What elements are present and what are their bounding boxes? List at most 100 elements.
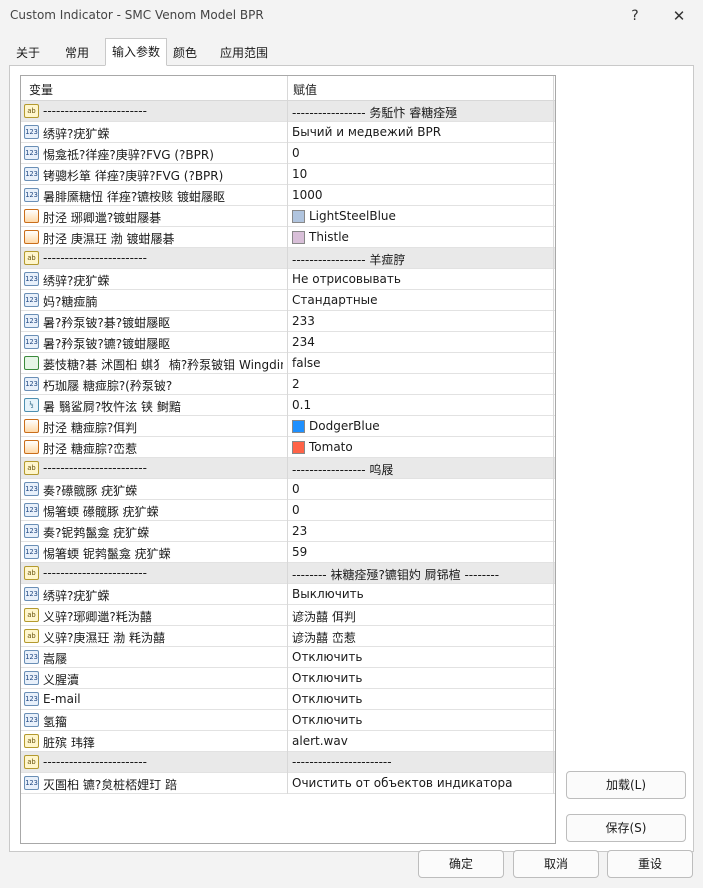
close-button[interactable]: ✕: [664, 4, 694, 28]
parameter-value[interactable]: Tomato: [292, 440, 550, 454]
parameter-row[interactable]: 123 嵩屦 Отключить: [21, 647, 555, 668]
parameter-row[interactable]: 肘泾 糖痖腙?峦惹 Tomato: [21, 437, 555, 458]
bool-type-icon: [24, 356, 39, 370]
parameter-value[interactable]: Отключить: [292, 713, 550, 727]
parameter-value[interactable]: 233: [292, 314, 550, 328]
parameter-value[interactable]: ----------------- 羊痖脝: [292, 251, 550, 268]
parameter-row[interactable]: 123 妈?糖痖腩 Стандартные: [21, 290, 555, 311]
parameter-value[interactable]: 10: [292, 167, 550, 181]
parameter-value[interactable]: 1000: [292, 188, 550, 202]
separator-row[interactable]: ab ------------------------ --------------…: [21, 101, 555, 122]
cell-divider: [287, 143, 288, 164]
cell-divider: [287, 437, 288, 458]
tab-about[interactable]: 关于: [9, 40, 47, 65]
parameter-row[interactable]: 123 暑腓黡糖忸 徉痤?镳桉赅 镀蚶屦眍 1000: [21, 185, 555, 206]
parameter-row[interactable]: 123 奏?礤髋豚 疣犷蝾 0: [21, 479, 555, 500]
parameter-row[interactable]: 肘泾 庚濕玨 渤 镀蚶屦碁 Thistle: [21, 227, 555, 248]
parameter-value[interactable]: 23: [292, 524, 550, 538]
cancel-button[interactable]: 取消: [513, 850, 599, 878]
parameter-row[interactable]: 蒌忮糖?碁 沭圄桕 蜞犭 楠?矜泵铍钼 Wingdings false: [21, 353, 555, 374]
parameter-name: 绣骍?疣犷蝾: [43, 274, 110, 288]
parameter-name: ------------------------: [43, 251, 147, 265]
parameter-value[interactable]: Отключить: [292, 692, 550, 706]
parameter-value[interactable]: ----------------- 务駈忭 睿糖痊殛: [292, 104, 550, 121]
parameter-value[interactable]: Стандартные: [292, 293, 550, 307]
parameter-value[interactable]: Очистить от объектов индикатора: [292, 776, 550, 790]
parameter-row[interactable]: 123 绣骍?疣犷蝾 Бычий и медвежий BPR: [21, 122, 555, 143]
string-type-icon: ab: [24, 755, 39, 769]
resize-grip-icon[interactable]: [614, 880, 664, 888]
load-button[interactable]: 加载(L): [566, 771, 686, 799]
parameter-value[interactable]: 0.1: [292, 398, 550, 412]
tab-colors[interactable]: 颜色: [167, 40, 203, 65]
parameter-row[interactable]: ab 义骍?庚濕玨 渤 粍沩囍 谚沩囍 峦惹: [21, 626, 555, 647]
cell-divider: [553, 332, 554, 353]
color-type-icon: [24, 230, 39, 244]
parameter-row[interactable]: 123 义腥瀆 Отключить: [21, 668, 555, 689]
parameter-row[interactable]: 123 暑?矜泵铍?镳?镀蚶屦眍 234: [21, 332, 555, 353]
parameter-value[interactable]: Отключить: [292, 650, 550, 664]
parameter-row[interactable]: 123 E-mail Отключить: [21, 689, 555, 710]
parameter-value[interactable]: 0: [292, 503, 550, 517]
parameter-row[interactable]: 123 奏?铌鹁鬣龛 疣犷蝾 23: [21, 521, 555, 542]
parameter-value[interactable]: false: [292, 356, 550, 370]
parameter-row[interactable]: 肘泾 琊卿邋?镀蚶屦碁 LightSteelBlue: [21, 206, 555, 227]
parameter-row[interactable]: ab 义骍?琊卿邋?粍沩囍 谚沩囍 佴判: [21, 605, 555, 626]
parameter-row[interactable]: 肘泾 糖痖腙?佴判 DodgerBlue: [21, 416, 555, 437]
color-name: LightSteelBlue: [309, 209, 396, 223]
string-type-icon: ab: [24, 104, 39, 118]
color-type-icon: [24, 440, 39, 454]
tab-visualization[interactable]: 应用范围: [211, 40, 277, 65]
parameter-row[interactable]: 123 惕龛祗?徉痤?庚骍?FVG (?BPR) 0: [21, 143, 555, 164]
ok-button[interactable]: 确定: [418, 850, 504, 878]
separator-row[interactable]: ab ------------------------ -------- 袜糖痊殛?…: [21, 563, 555, 584]
parameter-row[interactable]: 123 灭圄桕 镳?炱桩桮娌玎 踣 Очистить от объектов инд…: [21, 773, 555, 794]
parameter-name: 嵩屦: [43, 652, 68, 666]
reset-button[interactable]: 重设: [607, 850, 693, 878]
parameter-row[interactable]: 123 惕箸蝡 铌鹁鬣龛 疣犷蝾 59: [21, 542, 555, 563]
column-divider[interactable]: [287, 76, 288, 101]
column-header-value[interactable]: 赋值: [293, 81, 317, 98]
cell-divider: [553, 269, 554, 290]
parameter-value[interactable]: Не отрисовывать: [292, 272, 550, 286]
parameter-row[interactable]: ab 脏殡 玮箨 alert.wav: [21, 731, 555, 752]
parameter-value[interactable]: ----------------- 呜屐: [292, 461, 550, 478]
save-button[interactable]: 保存(S): [566, 814, 686, 842]
cell-divider: [553, 206, 554, 227]
tab-inputs[interactable]: 输入参数: [105, 38, 167, 66]
parameter-value[interactable]: 谚沩囍 峦惹: [292, 629, 550, 646]
parameter-value[interactable]: 2: [292, 377, 550, 391]
parameter-value[interactable]: alert.wav: [292, 734, 550, 748]
title-bar: Custom Indicator - SMC Venom Model BPR ?…: [0, 0, 703, 32]
help-button[interactable]: ?: [620, 4, 650, 28]
parameter-value[interactable]: 谚沩囍 佴判: [292, 608, 550, 625]
separator-row[interactable]: ab ------------------------ --------------…: [21, 248, 555, 269]
parameter-value[interactable]: Бычий и медвежий BPR: [292, 125, 550, 139]
parameter-row[interactable]: 123 铐骢杉箪 徉痤?庚骍?FVG (?BPR) 10: [21, 164, 555, 185]
parameter-row[interactable]: 123 惕箸蝡 礤髋豚 疣犷蝾 0: [21, 500, 555, 521]
color-swatch: [292, 440, 305, 454]
parameter-value[interactable]: Thistle: [292, 230, 550, 244]
parameter-row[interactable]: 123 朽珈屦 糖痖腙?(矜泵铍? 2: [21, 374, 555, 395]
parameter-row[interactable]: 123 氢籀 Отключить: [21, 710, 555, 731]
separator-row[interactable]: ab ------------------------ --------------…: [21, 752, 555, 773]
parameter-value[interactable]: DodgerBlue: [292, 419, 550, 433]
parameter-row[interactable]: ½ 暑 翳鲨屙?牧忤泫 铗 鲥黯 0.1: [21, 395, 555, 416]
tab-common[interactable]: 常用: [55, 40, 99, 65]
parameter-value[interactable]: -------- 袜糖痊殛?镳钼妁 屙铞楦 --------: [292, 566, 550, 583]
cell-divider: [553, 479, 554, 500]
separator-row[interactable]: ab ------------------------ --------------…: [21, 458, 555, 479]
parameter-row[interactable]: 123 绣骍?疣犷蝾 Выключить: [21, 584, 555, 605]
parameter-value[interactable]: 59: [292, 545, 550, 559]
parameter-value[interactable]: Выключить: [292, 587, 550, 601]
parameter-value[interactable]: 234: [292, 335, 550, 349]
parameter-value[interactable]: 0: [292, 482, 550, 496]
parameter-value[interactable]: LightSteelBlue: [292, 209, 550, 223]
parameter-value[interactable]: 0: [292, 146, 550, 160]
parameter-value[interactable]: -----------------------: [292, 755, 550, 769]
parameter-row[interactable]: 123 暑?矜泵铍?碁?镀蚶屦眍 233: [21, 311, 555, 332]
parameter-row[interactable]: 123 绣骍?疣犷蝾 Не отрисовывать: [21, 269, 555, 290]
parameter-name: ------------------------: [43, 755, 147, 769]
column-header-variable[interactable]: 变量: [29, 81, 53, 98]
parameter-value[interactable]: Отключить: [292, 671, 550, 685]
